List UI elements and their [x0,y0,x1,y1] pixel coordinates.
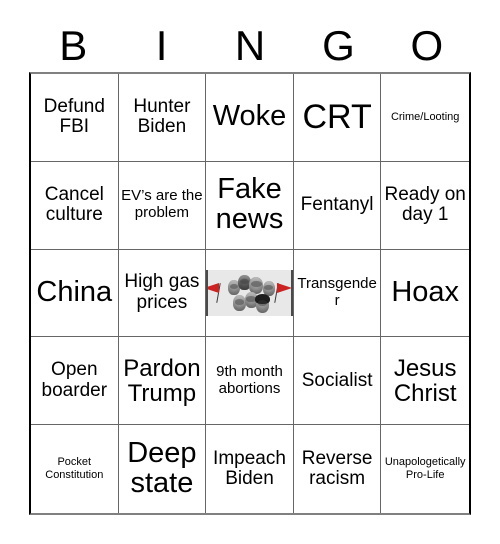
bingo-cell[interactable]: EV’s are the problem [118,161,207,250]
bingo-cell-label: Hoax [391,276,460,309]
bingo-cell-label: Socialist [301,369,373,391]
bingo-cell[interactable]: High gas prices [118,249,207,338]
header-letter-i: I [155,22,168,69]
bingo-cell-label: Transgender [297,275,377,309]
bingo-cell[interactable]: Cancel culture [31,161,119,250]
bingo-cell-label: Pocket Constitution [45,456,104,482]
bingo-grid: Defund FBI Hunter Biden Woke CRT Crime/Looti… [29,72,471,515]
bingo-cell[interactable]: CRT [293,74,382,162]
header-letter-b: B [59,22,88,69]
bingo-cell[interactable]: Reverse racism [293,425,382,513]
faces-collage-image [206,269,293,316]
bingo-cell-label: Crime/Looting [390,110,460,123]
bingo-cell-label: Jesus Christ [393,354,457,407]
bingo-cell[interactable]: Crime/Looting [381,74,469,162]
bingo-cell[interactable]: Pardon Trump [118,337,207,426]
bingo-cell-label: Fentanyl [300,193,374,215]
bingo-cell-free-image[interactable] [206,249,294,338]
bingo-cell[interactable]: Fake news [206,161,294,250]
bingo-cell-label: 9th month abortions [216,362,283,397]
bingo-cell[interactable]: Pocket Constitution [31,425,119,513]
bingo-cell-label: High gas prices [124,271,200,313]
header-letter-n: N [234,22,266,69]
bingo-cell[interactable]: Impeach Biden [206,425,294,513]
bingo-card: B I N G O Defund FBI Hunter Biden Woke CRT C… [0,0,500,544]
bingo-cell[interactable]: Defund FBI [31,74,119,162]
bingo-cell-label: Reverse racism [301,447,373,490]
bingo-cell-label: Fake news [215,173,284,236]
bingo-cell[interactable]: Open boarder [31,337,119,426]
bingo-cell-label: Pardon Trump [123,354,201,407]
bingo-header: B I N G O [29,20,471,72]
header-letter-o: O [410,22,444,69]
bingo-cell[interactable]: Deep state [118,425,207,513]
bingo-cell-label: Unapologetically Pro-Life [384,456,466,482]
bingo-cell-label: EV’s are the problem [121,187,203,222]
bingo-cell[interactable]: Woke [206,74,294,162]
bingo-cell-label: Ready on day 1 [384,183,466,226]
red-flag-icon-left [208,281,230,303]
bingo-cell-label: Open boarder [41,359,108,401]
bingo-cell[interactable]: Ready on day 1 [381,161,469,250]
flag-banner [208,282,220,293]
collage-face-5 [232,294,246,311]
bingo-cell[interactable]: China [31,249,119,338]
bingo-cell[interactable]: Transgender [293,249,382,338]
bingo-cell-label: CRT [302,98,372,137]
bingo-cell[interactable]: Fentanyl [293,161,382,250]
bingo-cell-label: Deep state [127,437,197,500]
bingo-cell-label: China [36,276,113,309]
bingo-cell-label: Hunter Biden [133,95,191,138]
bingo-cell[interactable]: Hoax [381,249,469,338]
bingo-cell-label: Impeach Biden [213,447,286,490]
bingo-cell[interactable]: 9th month abortions [206,337,294,426]
bingo-cell[interactable]: Jesus Christ [381,337,469,426]
bingo-cell-label: Cancel culture [44,183,104,226]
red-flag-icon-right [268,281,291,303]
flag-banner [276,282,291,293]
bingo-cell[interactable]: Unapologetically Pro-Life [381,425,469,513]
header-letter-g: G [322,22,355,69]
bingo-cell-label: Woke [212,100,287,133]
bingo-cell[interactable]: Hunter Biden [118,74,207,162]
bingo-cell-label: Defund FBI [43,95,105,138]
bingo-cell[interactable]: Socialist [293,337,382,426]
